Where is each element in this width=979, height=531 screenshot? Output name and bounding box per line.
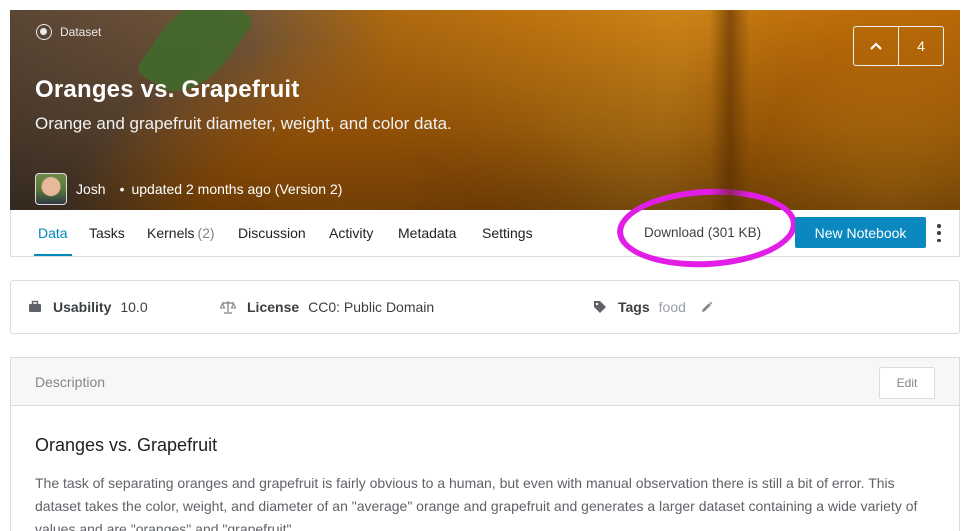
updated-text: updated 2 months ago (Version 2) (131, 181, 343, 197)
chevron-up-icon (870, 42, 882, 50)
tab-tasks[interactable]: Tasks (89, 210, 125, 256)
dataset-title: Oranges vs. Grapefruit (35, 76, 300, 103)
edit-description-button[interactable]: Edit (879, 367, 935, 399)
tab-kernels[interactable]: Kernels (2) (147, 210, 215, 256)
dataset-tabbar: Data Tasks Kernels (2) Discussion Activi… (10, 184, 960, 272)
separator-bullet: • (119, 181, 125, 197)
tab-label: Metadata (398, 225, 457, 241)
tab-label: Data (38, 225, 68, 241)
usability-item: Usability 10.0 (28, 281, 148, 333)
download-button[interactable]: Download (301 KB) (644, 225, 761, 240)
pencil-icon[interactable] (700, 301, 713, 314)
tab-label: Activity (329, 225, 374, 241)
dataset-type-text: Dataset (60, 25, 102, 39)
tab-label: Kernels (147, 225, 195, 241)
tab-settings[interactable]: Settings (482, 210, 533, 256)
dataset-icon (36, 24, 52, 40)
description-body: The task of separating oranges and grape… (35, 475, 918, 531)
tab-label: Settings (482, 225, 533, 241)
tag-icon (594, 301, 606, 313)
upvote-button[interactable] (854, 27, 899, 65)
new-notebook-button[interactable]: New Notebook (795, 217, 926, 248)
tags-item: Tags food (593, 281, 713, 333)
tab-label: Discussion (238, 225, 306, 241)
more-options-icon[interactable] (935, 224, 943, 242)
description-header-label: Description (35, 374, 106, 390)
briefcase-icon (29, 300, 41, 312)
tab-data[interactable]: Data (34, 210, 72, 256)
tags-label: Tags (618, 299, 650, 315)
tab-label: Tasks (89, 225, 125, 241)
owner-line: Josh • updated 2 months ago (Version 2) (35, 173, 342, 205)
usability-value: 10.0 (120, 299, 148, 315)
usability-label: Usability (53, 299, 112, 315)
tab-activity[interactable]: Activity (329, 210, 373, 256)
kernels-count: (2) (197, 225, 215, 241)
tab-metadata[interactable]: Metadata (398, 210, 456, 256)
dataset-banner: Dataset Oranges vs. Grapefruit Orange an… (10, 10, 960, 210)
dataset-subtitle: Orange and grapefruit diameter, weight, … (35, 114, 452, 133)
license-label: License (247, 299, 300, 315)
description-panel: Description Edit Oranges vs. Grapefruit … (10, 357, 960, 531)
description-title: Oranges vs. Grapefruit (35, 435, 218, 455)
tag-chip[interactable]: food (659, 299, 686, 315)
upvote-widget: 4 (853, 26, 944, 66)
scale-icon (220, 301, 236, 314)
dataset-type-label: Dataset (36, 24, 101, 40)
tab-discussion[interactable]: Discussion (238, 210, 306, 256)
license-item: License CC0: Public Domain (220, 281, 434, 333)
description-header: Description Edit (11, 358, 959, 406)
owner-name-link[interactable]: Josh (76, 181, 106, 197)
owner-avatar[interactable] (35, 173, 67, 205)
upvote-count: 4 (917, 38, 925, 54)
license-value: CC0: Public Domain (308, 299, 435, 315)
dataset-meta-bar: Usability 10.0 License CC0: Public Domai… (10, 280, 960, 334)
